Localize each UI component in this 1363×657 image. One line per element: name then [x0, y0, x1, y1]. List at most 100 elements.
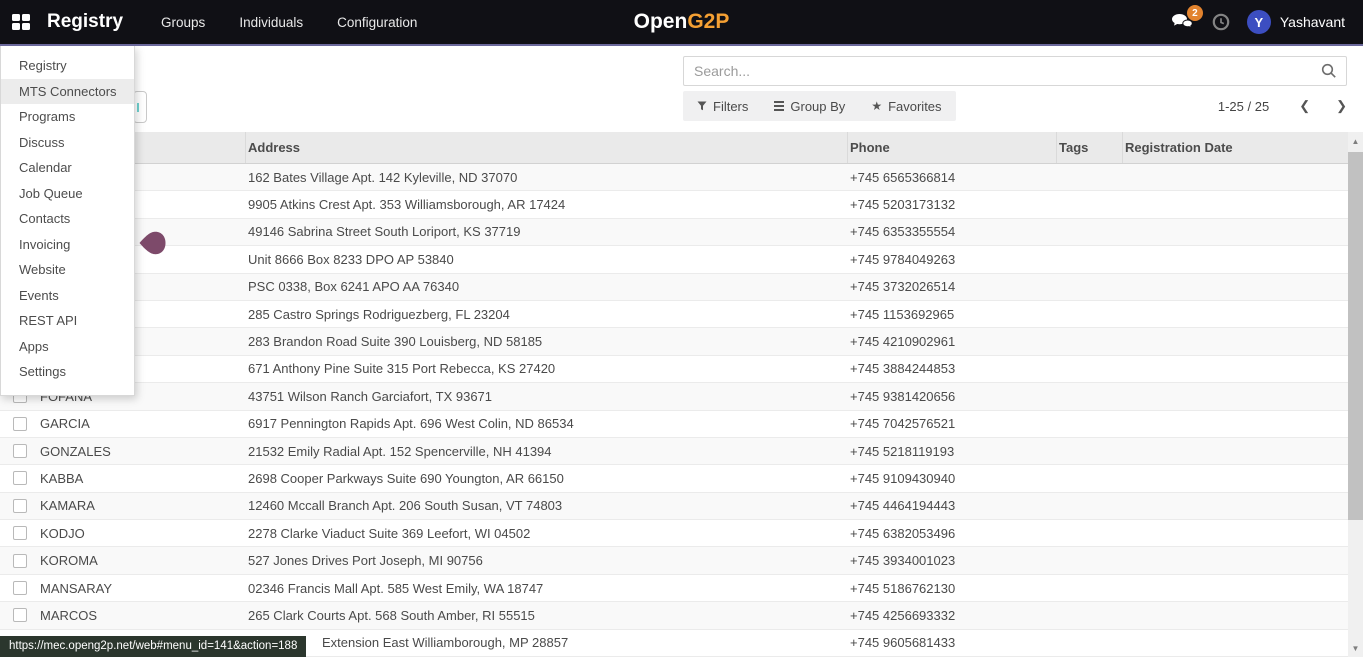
cell-address[interactable]: 671 Anthony Pine Suite 315 Port Rebecca,… [246, 361, 848, 376]
app-menu-item-discuss[interactable]: Discuss [1, 130, 134, 156]
cell-phone[interactable]: +745 6382053496 [848, 526, 1057, 541]
user-avatar[interactable]: Y [1247, 10, 1271, 34]
table-row[interactable]: KOROMA 527 Jones Drives Port Joseph, MI … [0, 547, 1348, 574]
user-menu[interactable]: Y Yashavant [1247, 10, 1345, 34]
cell-phone[interactable]: +745 3884244853 [848, 361, 1057, 376]
app-menu-item-website[interactable]: Website [1, 257, 134, 283]
row-checkbox[interactable] [13, 444, 27, 458]
cell-address[interactable]: 49146 Sabrina Street South Loriport, KS … [246, 224, 848, 239]
app-menu-item-invoicing[interactable]: Invoicing [1, 232, 134, 258]
cell-name[interactable]: KAMARA [40, 498, 246, 513]
filters-button[interactable]: Filters [697, 99, 748, 114]
table-row[interactable]: 283 Brandon Road Suite 390 Louisberg, ND… [0, 328, 1348, 355]
cell-address[interactable]: PSC 0338, Box 6241 APO AA 76340 [246, 279, 848, 294]
app-menu-item-contacts[interactable]: Contacts [1, 206, 134, 232]
cell-phone[interactable]: +745 4256693332 [848, 608, 1057, 623]
cell-name[interactable]: MARCOS [40, 608, 246, 623]
table-row[interactable]: GARCIA 6917 Pennington Rapids Apt. 696 W… [0, 411, 1348, 438]
table-row[interactable]: PSC 0338, Box 6241 APO AA 76340 +745 373… [0, 274, 1348, 301]
row-checkbox[interactable] [13, 417, 27, 431]
cell-address[interactable]: 285 Castro Springs Rodriguezberg, FL 232… [246, 307, 848, 322]
cell-phone[interactable]: +745 1153692965 [848, 307, 1057, 322]
table-row[interactable]: KODJO 2278 Clarke Viaduct Suite 369 Leef… [0, 520, 1348, 547]
header-address[interactable]: Address [246, 132, 848, 163]
group-by-button[interactable]: Group By [774, 99, 845, 114]
table-row[interactable]: MANSARAY 02346 Francis Mall Apt. 585 Wes… [0, 575, 1348, 602]
cell-address[interactable]: 9905 Atkins Crest Apt. 353 Williamsborou… [246, 197, 848, 212]
table-row[interactable]: KAMARA 12460 Mccall Branch Apt. 206 Sout… [0, 493, 1348, 520]
cell-address[interactable]: Extension East Williamborough, MP 28857 [246, 635, 848, 650]
table-row[interactable]: Unit 8666 Box 8233 DPO AP 53840 +745 978… [0, 246, 1348, 273]
messages-icon[interactable]: 2 [1171, 12, 1195, 32]
cell-phone[interactable]: +745 9109430940 [848, 471, 1057, 486]
table-row[interactable]: 9905 Atkins Crest Apt. 353 Williamsborou… [0, 191, 1348, 218]
app-menu-item-job-queue[interactable]: Job Queue [1, 181, 134, 207]
menu-individuals[interactable]: Individuals [239, 15, 303, 30]
cell-address[interactable]: 2698 Cooper Parkways Suite 690 Youngton,… [246, 471, 848, 486]
row-checkbox[interactable] [13, 471, 27, 485]
cell-phone[interactable]: +745 3934001023 [848, 553, 1057, 568]
app-menu-item-settings[interactable]: Settings [1, 359, 134, 385]
cell-phone[interactable]: +745 9381420656 [848, 389, 1057, 404]
cell-address[interactable]: Unit 8666 Box 8233 DPO AP 53840 [246, 252, 848, 267]
cell-name[interactable]: KODJO [40, 526, 246, 541]
cell-address[interactable]: 162 Bates Village Apt. 142 Kyleville, ND… [246, 170, 848, 185]
app-menu-item-programs[interactable]: Programs [1, 104, 134, 130]
row-checkbox[interactable] [13, 526, 27, 540]
cell-phone[interactable]: +745 4210902961 [848, 334, 1057, 349]
table-row[interactable]: 49146 Sabrina Street South Loriport, KS … [0, 219, 1348, 246]
pager-previous-icon[interactable]: ❮ [1299, 98, 1310, 114]
table-row[interactable]: MARCOS 265 Clark Courts Apt. 568 South A… [0, 602, 1348, 629]
cell-name[interactable]: GONZALES [40, 444, 246, 459]
cell-address[interactable]: 265 Clark Courts Apt. 568 South Amber, R… [246, 608, 848, 623]
header-phone[interactable]: Phone [848, 132, 1057, 163]
app-menu-item-events[interactable]: Events [1, 283, 134, 309]
table-row[interactable]: 162 Bates Village Apt. 142 Kyleville, ND… [0, 164, 1348, 191]
cell-name[interactable]: MANSARAY [40, 581, 246, 596]
scrollbar-thumb[interactable] [1348, 152, 1363, 520]
cell-phone[interactable]: +745 9784049263 [848, 252, 1057, 267]
cell-phone[interactable]: +745 6353355554 [848, 224, 1057, 239]
cell-name[interactable]: KABBA [40, 471, 246, 486]
cell-address[interactable]: 6917 Pennington Rapids Apt. 696 West Col… [246, 416, 848, 431]
cell-address[interactable]: 283 Brandon Road Suite 390 Louisberg, ND… [246, 334, 848, 349]
cell-name[interactable]: KOROMA [40, 553, 246, 568]
table-row[interactable]: 285 Castro Springs Rodriguezberg, FL 232… [0, 301, 1348, 328]
menu-groups[interactable]: Groups [161, 15, 205, 30]
table-row[interactable]: KABBA 2698 Cooper Parkways Suite 690 You… [0, 465, 1348, 492]
row-checkbox[interactable] [13, 554, 27, 568]
cell-phone[interactable]: +745 4464194443 [848, 498, 1057, 513]
table-row[interactable]: FOFANA 43751 Wilson Ranch Garciafort, TX… [0, 383, 1348, 410]
pager-next-icon[interactable]: ❯ [1336, 98, 1347, 114]
cell-phone[interactable]: +745 7042576521 [848, 416, 1057, 431]
cell-address[interactable]: 527 Jones Drives Port Joseph, MI 90756 [246, 553, 848, 568]
row-checkbox[interactable] [13, 608, 27, 622]
scroll-down-icon[interactable]: ▼ [1348, 644, 1363, 653]
activities-clock-icon[interactable] [1212, 13, 1230, 31]
row-checkbox[interactable] [13, 499, 27, 513]
search-icon[interactable] [1312, 63, 1346, 79]
header-registration-date[interactable]: Registration Date [1123, 132, 1348, 163]
cell-phone[interactable]: +745 5218119193 [848, 444, 1057, 459]
favorites-button[interactable]: ★ Favorites [871, 99, 941, 114]
app-menu-item-calendar[interactable]: Calendar [1, 155, 134, 181]
partially-hidden-button[interactable] [133, 91, 147, 123]
table-row[interactable]: GONZALES 21532 Emily Radial Apt. 152 Spe… [0, 438, 1348, 465]
cell-address[interactable]: 02346 Francis Mall Apt. 585 West Emily, … [246, 581, 848, 596]
app-menu-item-apps[interactable]: Apps [1, 334, 134, 360]
menu-configuration[interactable]: Configuration [337, 15, 417, 30]
cell-address[interactable]: 2278 Clarke Viaduct Suite 369 Leefort, W… [246, 526, 848, 541]
cell-address[interactable]: 12460 Mccall Branch Apt. 206 South Susan… [246, 498, 848, 513]
app-menu-item-rest-api[interactable]: REST API [1, 308, 134, 334]
app-menu-item-registry[interactable]: Registry [1, 53, 134, 79]
apps-grid-icon[interactable] [12, 14, 31, 31]
scroll-up-icon[interactable]: ▲ [1348, 137, 1363, 146]
cell-address[interactable]: 43751 Wilson Ranch Garciafort, TX 93671 [246, 389, 848, 404]
cell-phone[interactable]: +745 6565366814 [848, 170, 1057, 185]
cell-phone[interactable]: +745 3732026514 [848, 279, 1057, 294]
row-checkbox[interactable] [13, 581, 27, 595]
cell-address[interactable]: 21532 Emily Radial Apt. 152 Spencerville… [246, 444, 848, 459]
search-input[interactable] [684, 57, 1312, 85]
vertical-scrollbar[interactable]: ▲ ▼ [1348, 132, 1363, 657]
app-menu-item-mts-connectors[interactable]: MTS Connectors [1, 79, 134, 105]
